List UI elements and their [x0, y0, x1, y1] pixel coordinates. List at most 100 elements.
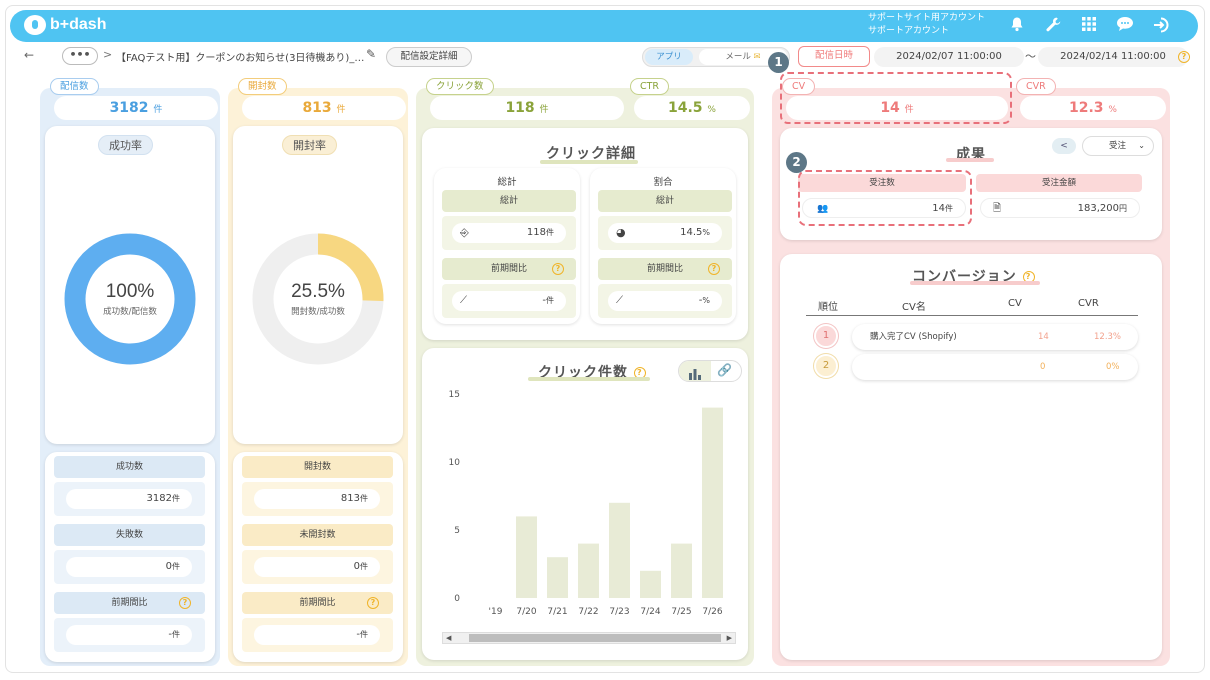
table-row[interactable]: 1 購入完了CV (Shopify) 14 12.3% — [814, 324, 1144, 350]
click-ratio-label: 総計 — [598, 190, 732, 212]
chat-icon[interactable] — [1115, 16, 1135, 36]
logout-icon[interactable] — [1151, 16, 1171, 36]
open-count-label: 開封数 — [242, 456, 393, 478]
bar-7/20[interactable] — [516, 516, 537, 598]
chevron-down-icon: ⌄ — [1138, 141, 1145, 150]
opened-prev-period-label: 前期間比? — [242, 592, 393, 614]
opened-prev-period-text: 前期間比 — [299, 598, 336, 608]
click-ratio-prev-value: ⟋ -% — [608, 291, 722, 311]
sub-toolbar: ← ••• > 【FAQテスト用】クーポンのお知らせ(3日待機あり)_… ✎ 配… — [10, 44, 1198, 70]
cvr-value-box: 12.3 % — [1020, 96, 1166, 120]
x-tick-label: 7/23 — [609, 607, 629, 617]
scroll-left-arrow-icon[interactable]: ◀ — [446, 634, 451, 642]
delivery-prev-period-unit: 件 — [172, 630, 180, 639]
success-count-label: 成功数 — [54, 456, 205, 478]
open-rate-caption: 開封数/成功数 — [291, 307, 345, 317]
bar-7/22[interactable] — [578, 543, 599, 598]
account-info[interactable]: サポートサイト用アカウント サポートアカウント — [868, 12, 985, 38]
delivery-settings-detail-button[interactable]: 配信設定詳細 — [386, 47, 472, 67]
y-tick-label: 15 — [449, 390, 460, 400]
result-underline — [946, 158, 994, 162]
more-button[interactable]: ••• — [62, 47, 98, 65]
clicks-count-unit: 件 — [539, 105, 549, 115]
date-from-field[interactable]: 2024/02/07 11:00:00 — [874, 47, 1024, 67]
bar-7/24[interactable] — [640, 570, 661, 598]
click-ratio-subcard: 割合 総計 ◕ 14.5% 前期間比? ⟋ -% — [590, 168, 736, 324]
highlight-box-1 — [780, 72, 1012, 124]
cvr-value: 12.3 — [1069, 100, 1104, 116]
y-tick-label: 5 — [454, 526, 460, 536]
bell-icon[interactable] — [1007, 16, 1027, 36]
open-rate-card: 開封率 25.5% 開封数/成功数 — [233, 126, 403, 444]
annotation-badge-1: 1 — [768, 52, 789, 73]
send-date-tab[interactable]: 配信日時 — [798, 46, 870, 67]
table-row[interactable]: 2 0 0% — [814, 354, 1144, 380]
logo-text: b+dash — [50, 16, 107, 33]
x-tick-label: 7/26 — [702, 607, 722, 617]
opened-count-value: 813 — [302, 100, 332, 116]
edit-pencil-icon[interactable]: ✎ — [366, 47, 376, 61]
click-total-prev-unit: 件 — [546, 296, 554, 305]
click-total-prev-cell: ⟋ -件 — [442, 284, 576, 318]
highlight-box-2 — [798, 170, 972, 226]
click-total-value: ⎆ 118件 — [452, 223, 566, 243]
delivery-count-value: 3182 — [109, 100, 149, 116]
header-bar: b+dash サポートサイト用アカウント サポートアカウント — [10, 10, 1198, 42]
scroll-right-arrow-icon[interactable]: ▶ — [727, 634, 732, 642]
amount-value: 🗎 183,200円 — [980, 198, 1140, 218]
open-count-number: 813 — [340, 493, 360, 504]
x-tick-label: '19 — [489, 607, 503, 617]
open-donut-label: 25.5% 開封数/成功数 — [258, 281, 378, 317]
result-type-select[interactable]: 受注 ⌄ — [1082, 136, 1154, 156]
grid-menu-icon[interactable] — [1079, 16, 1099, 36]
door-icon: ⎆ — [460, 226, 469, 239]
share-icon[interactable]: < — [1052, 138, 1076, 154]
failure-count-value: 0件 — [66, 557, 192, 577]
click-count-card: クリック件数 ? 🔗 0 5 10 15'19 7/20 7/21 7/22 7/23 7/24… — [422, 348, 748, 660]
opened-prev-help-icon[interactable]: ? — [367, 597, 379, 609]
click-ratio-prev-help-icon[interactable]: ? — [708, 263, 720, 275]
clicks-count: 118 件 — [430, 96, 624, 120]
success-rate-value: 100% — [105, 281, 155, 302]
bar-7/26[interactable] — [702, 407, 723, 598]
opened-prev-period-cell: -件 — [242, 618, 393, 652]
click-total-head: 総計 — [497, 177, 517, 188]
trend-chart-icon: ⟋ — [616, 295, 623, 306]
delivery-count: 3182 件 — [54, 96, 218, 120]
wrench-icon[interactable] — [1043, 16, 1063, 36]
click-total-prev-help-icon[interactable]: ? — [552, 263, 564, 275]
link-icon[interactable]: 🔗 — [717, 363, 732, 377]
cv-name: 購入完了CV (Shopify) — [870, 332, 957, 342]
click-ratio-cell: ◕ 14.5% — [598, 216, 732, 250]
breadcrumb-separator: > — [103, 48, 113, 61]
scroll-thumb[interactable] — [469, 634, 721, 642]
click-total-unit: 件 — [546, 228, 554, 237]
y-tick-label: 0 — [454, 594, 460, 604]
opened-tag: 開封数 — [238, 78, 287, 95]
help-icon[interactable]: ? — [1178, 51, 1190, 63]
delivery-stats-card: 成功数 3182件 失敗数 0件 前期間比? -件 — [45, 452, 215, 662]
amount-unit: 円 — [1119, 204, 1127, 213]
click-total-number: 118 — [526, 227, 546, 238]
bar-7/25[interactable] — [671, 543, 692, 598]
clicks-count-value: 118 — [505, 100, 535, 116]
back-arrow-icon[interactable]: ← — [24, 48, 34, 62]
bar-7/23[interactable] — [609, 502, 630, 598]
delivery-prev-help-icon[interactable]: ? — [179, 597, 191, 609]
delivery-tag: 配信数 — [50, 78, 99, 95]
bar-7/21[interactable] — [547, 557, 568, 598]
delivery-prev-period-text: 前期間比 — [111, 598, 148, 608]
cvr-value: 12.3% — [1094, 332, 1122, 342]
failure-count-unit: 件 — [172, 562, 180, 571]
opened-prev-period-unit: 件 — [360, 630, 368, 639]
open-count-cell: 813件 — [242, 482, 393, 516]
app-logo[interactable]: b+dash — [24, 15, 106, 35]
toggle-app[interactable]: アプリ — [645, 49, 693, 65]
row-pill: 購入完了CV (Shopify) 14 12.3% — [852, 324, 1138, 350]
chart-scrollbar[interactable]: ◀ ▶ — [442, 632, 736, 644]
bar-chart-icon[interactable] — [679, 361, 711, 381]
click-total-label: 総計 — [442, 190, 576, 212]
date-to-field[interactable]: 2024/02/14 11:00:00 — [1038, 47, 1188, 67]
header-cv: CV — [1008, 298, 1022, 309]
success-rate-caption: 成功数/配信数 — [103, 307, 157, 317]
